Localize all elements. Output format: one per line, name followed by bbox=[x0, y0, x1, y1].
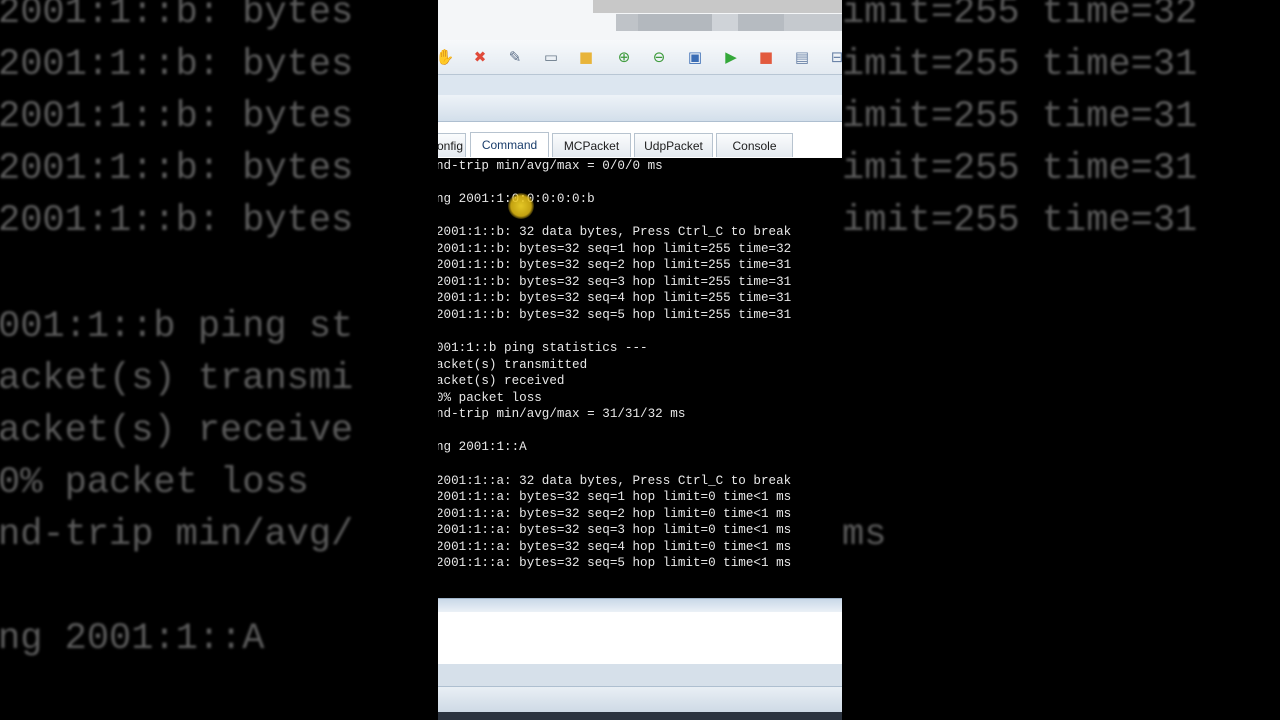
console-line: 2001:1::b: bytes=32 seq=4 hop limit=255 … bbox=[438, 291, 792, 305]
console-line: 001:1::b ping statistics --- bbox=[438, 341, 648, 355]
bg-line: imit=255 time=31 bbox=[842, 44, 1198, 86]
zoom-in-icon[interactable]: ⊕ bbox=[613, 47, 635, 67]
console-line: 2001:1::a: bytes=32 seq=4 hop limit=0 ti… bbox=[438, 540, 792, 554]
console-line: acket(s) received bbox=[438, 374, 565, 388]
background-terminal-right: imit=255 time=32 imit=255 time=31 imit=2… bbox=[842, 0, 1280, 720]
bg-line: 2001:1::b: bytes bbox=[0, 96, 354, 138]
tab-label: UdpPacket bbox=[644, 138, 703, 153]
bg-line: imit=255 time=31 bbox=[842, 148, 1198, 190]
bg-line: ms bbox=[842, 514, 887, 556]
bg-line: imit=255 time=31 bbox=[842, 96, 1198, 138]
rectangle-glyph: ■ bbox=[578, 48, 594, 66]
bg-line: acket(s) transmi bbox=[0, 358, 354, 400]
draw-rectangle-icon[interactable]: ■ bbox=[575, 47, 597, 67]
console-line: 2001:1::a: bytes=32 seq=2 hop limit=0 ti… bbox=[438, 507, 792, 521]
title-placeholder bbox=[616, 14, 640, 31]
zoom-out-glyph: ⊖ bbox=[652, 48, 666, 66]
tab-label: onfig bbox=[438, 138, 464, 153]
delete-icon[interactable]: ✖ bbox=[469, 47, 491, 67]
capture-icon[interactable]: ▤ bbox=[791, 47, 813, 67]
console-line: 2001:1::b: bytes=32 seq=1 hop limit=255 … bbox=[438, 242, 792, 256]
console-line: ng 2001:1::A bbox=[438, 440, 527, 454]
zoom-in-glyph: ⊕ bbox=[617, 48, 631, 66]
tab-label: MCPacket bbox=[563, 138, 620, 153]
tab-bar: onfig Command MCPacket UdpPacket Console bbox=[438, 122, 842, 158]
bg-line: 0% packet loss bbox=[0, 462, 309, 504]
panel-band bbox=[438, 75, 842, 95]
title-bar bbox=[438, 0, 842, 40]
tab-label: Command bbox=[481, 138, 538, 152]
splitter[interactable] bbox=[438, 598, 842, 613]
console-line: 2001:1::a: 32 data bytes, Press Ctrl_C t… bbox=[438, 474, 792, 488]
panel-header bbox=[438, 95, 842, 122]
tab-command[interactable]: Command bbox=[470, 132, 549, 157]
console-line: 2001:1::b: bytes=32 seq=3 hop limit=255 … bbox=[438, 275, 792, 289]
stop-glyph: ■ bbox=[758, 48, 774, 66]
delete-glyph: ✖ bbox=[473, 48, 487, 66]
command-input-area[interactable] bbox=[438, 612, 842, 664]
bg-line: 001:1::b ping st bbox=[0, 306, 354, 348]
bg-line: 2001:1::b: bytes bbox=[0, 0, 354, 34]
console-line: 0% packet loss bbox=[438, 391, 542, 405]
topology-icon[interactable]: ⊟ bbox=[826, 47, 842, 67]
toolbar: ✋ ✖ ✎ ▭ ■ ⊕ ⊖ ▣ ▶ ■ ▤ ⊟ bbox=[438, 40, 842, 75]
fit-window-glyph: ▣ bbox=[687, 48, 703, 66]
console-line: 2001:1::b: bytes=32 seq=2 hop limit=255 … bbox=[438, 258, 792, 272]
bg-line: acket(s) receive bbox=[0, 410, 354, 452]
console-line: 2001:1::a: bytes=32 seq=5 hop limit=0 ti… bbox=[438, 556, 792, 570]
bg-line: 2001:1::b: bytes bbox=[0, 44, 354, 86]
bg-line: nd-trip min/avg/ bbox=[0, 514, 354, 556]
bg-line: imit=255 time=31 bbox=[842, 200, 1198, 242]
title-placeholder bbox=[738, 14, 784, 31]
mouse-cursor-highlight bbox=[508, 193, 534, 219]
stop-device-icon[interactable]: ■ bbox=[755, 47, 777, 67]
tab-config[interactable]: onfig bbox=[438, 133, 466, 157]
bg-line: ng 2001:1::A bbox=[0, 618, 265, 660]
tab-udppacket[interactable]: UdpPacket bbox=[634, 133, 713, 157]
console-line: nd-trip min/avg/max = 0/0/0 ms bbox=[438, 159, 663, 173]
title-strip bbox=[593, 0, 842, 13]
background-terminal-left: 2001:1::b: bytes 2001:1::b: bytes 2001:1… bbox=[0, 0, 438, 720]
bg-line: 2001:1::b: bytes bbox=[0, 200, 354, 242]
topology-glyph: ⊟ bbox=[830, 48, 842, 66]
fit-window-icon[interactable]: ▣ bbox=[684, 47, 706, 67]
status-bar bbox=[438, 686, 842, 713]
bg-line: imit=255 time=32 bbox=[842, 0, 1198, 34]
console-line: acket(s) transmitted bbox=[438, 358, 588, 372]
start-device-icon[interactable]: ▶ bbox=[720, 47, 742, 67]
tab-label: Console bbox=[732, 138, 777, 153]
console-line: 2001:1::b: bytes=32 seq=5 hop limit=255 … bbox=[438, 308, 792, 322]
hand-icon[interactable]: ✋ bbox=[438, 47, 456, 67]
console-line: 2001:1::b: 32 data bytes, Press Ctrl_C t… bbox=[438, 225, 792, 239]
console-line: 2001:1::a: bytes=32 seq=3 hop limit=0 ti… bbox=[438, 523, 792, 537]
note-glyph: ▭ bbox=[543, 48, 559, 66]
title-placeholder bbox=[784, 14, 842, 31]
inspect-icon[interactable]: ✎ bbox=[504, 47, 526, 67]
taskbar bbox=[438, 712, 842, 720]
tab-console[interactable]: Console bbox=[716, 133, 793, 157]
capture-glyph: ▤ bbox=[794, 48, 810, 66]
bg-line: 2001:1::b: bytes bbox=[0, 148, 354, 190]
zoom-out-icon[interactable]: ⊖ bbox=[648, 47, 670, 67]
app-window: ✋ ✖ ✎ ▭ ■ ⊕ ⊖ ▣ ▶ ■ ▤ ⊟ onfig Command MC… bbox=[438, 0, 842, 720]
bottom-panel bbox=[438, 664, 842, 686]
tab-mcpacket[interactable]: MCPacket bbox=[552, 133, 631, 157]
note-icon[interactable]: ▭ bbox=[540, 47, 562, 67]
command-output[interactable]: nd-trip min/avg/max = 0/0/0 ms ng 2001:1… bbox=[438, 158, 842, 598]
start-glyph: ▶ bbox=[725, 48, 737, 66]
hand-glyph: ✋ bbox=[438, 48, 455, 66]
title-placeholder bbox=[712, 14, 738, 31]
console-line: nd-trip min/avg/max = 31/31/32 ms bbox=[438, 407, 686, 421]
inspect-glyph: ✎ bbox=[508, 48, 522, 66]
console-line: 2001:1::a: bytes=32 seq=1 hop limit=0 ti… bbox=[438, 490, 792, 504]
title-placeholder bbox=[638, 14, 712, 31]
